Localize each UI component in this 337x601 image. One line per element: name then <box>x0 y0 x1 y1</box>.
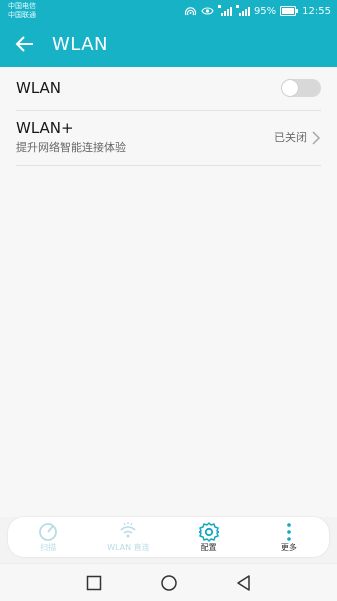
eye-comfort-icon <box>201 5 214 17</box>
hotspot-icon <box>184 5 197 17</box>
wlan-plus-description: 提升网络智能连接体验 <box>16 141 126 154</box>
more-button[interactable]: 更多 <box>249 517 329 557</box>
signal-4g-icon <box>235 5 250 17</box>
scan-icon <box>36 520 60 544</box>
recent-apps-button[interactable] <box>85 574 103 592</box>
configure-button[interactable]: 配置 <box>169 517 249 557</box>
wlan-plus-status: 已关闭 <box>274 131 307 144</box>
battery-icon <box>280 6 299 16</box>
wifi-direct-button[interactable]: WLAN 直连 <box>88 517 168 557</box>
more-label: 更多 <box>280 543 297 552</box>
toggle-knob <box>282 80 298 96</box>
wlan-plus-setting-row[interactable]: WLAN+ 提升网络智能连接体验 已关闭 <box>16 111 321 166</box>
gear-icon <box>197 520 221 544</box>
scan-button[interactable]: 扫描 <box>8 517 88 557</box>
square-icon <box>86 575 102 591</box>
back-button[interactable] <box>12 31 38 57</box>
wlan-label: WLAN <box>16 79 62 97</box>
carrier-name-top: 中国电信 <box>8 2 36 10</box>
bottom-toolbar: 扫描 WLAN 直连 配置 更多 <box>8 517 329 557</box>
system-navigation-bar <box>0 563 337 601</box>
page-title: WLAN <box>52 34 109 55</box>
carrier-name-bottom: 中国联通 <box>8 11 36 19</box>
wlan-plus-label: WLAN+ <box>16 119 74 137</box>
back-arrow-icon <box>15 36 33 52</box>
status-icons: 95% 12:55 <box>184 3 331 19</box>
clock: 12:55 <box>302 5 331 17</box>
circle-icon <box>161 575 177 591</box>
battery-percentage: 95% <box>253 5 277 17</box>
back-nav-button[interactable] <box>235 574 253 592</box>
divider <box>16 165 321 166</box>
wifi-direct-icon <box>116 520 140 544</box>
chevron-right-icon <box>312 131 321 145</box>
wlan-toggle[interactable] <box>281 79 321 97</box>
more-vertical-icon <box>277 520 301 544</box>
configure-label: 配置 <box>200 543 217 552</box>
signal-4g-icon <box>217 5 232 17</box>
wifi-direct-label: WLAN 直连 <box>107 543 150 552</box>
status-bar: 中国电信 中国联通 95% 12:55 <box>0 0 337 22</box>
triangle-back-icon <box>237 575 250 591</box>
wlan-setting-row[interactable]: WLAN <box>16 67 321 110</box>
scan-label: 扫描 <box>40 543 57 552</box>
app-header: 中国电信 中国联通 95% 12:55 WLAN <box>0 0 337 67</box>
home-button[interactable] <box>160 574 178 592</box>
settings-panel: WLAN WLAN+ 提升网络智能连接体验 已关闭 <box>0 67 337 517</box>
